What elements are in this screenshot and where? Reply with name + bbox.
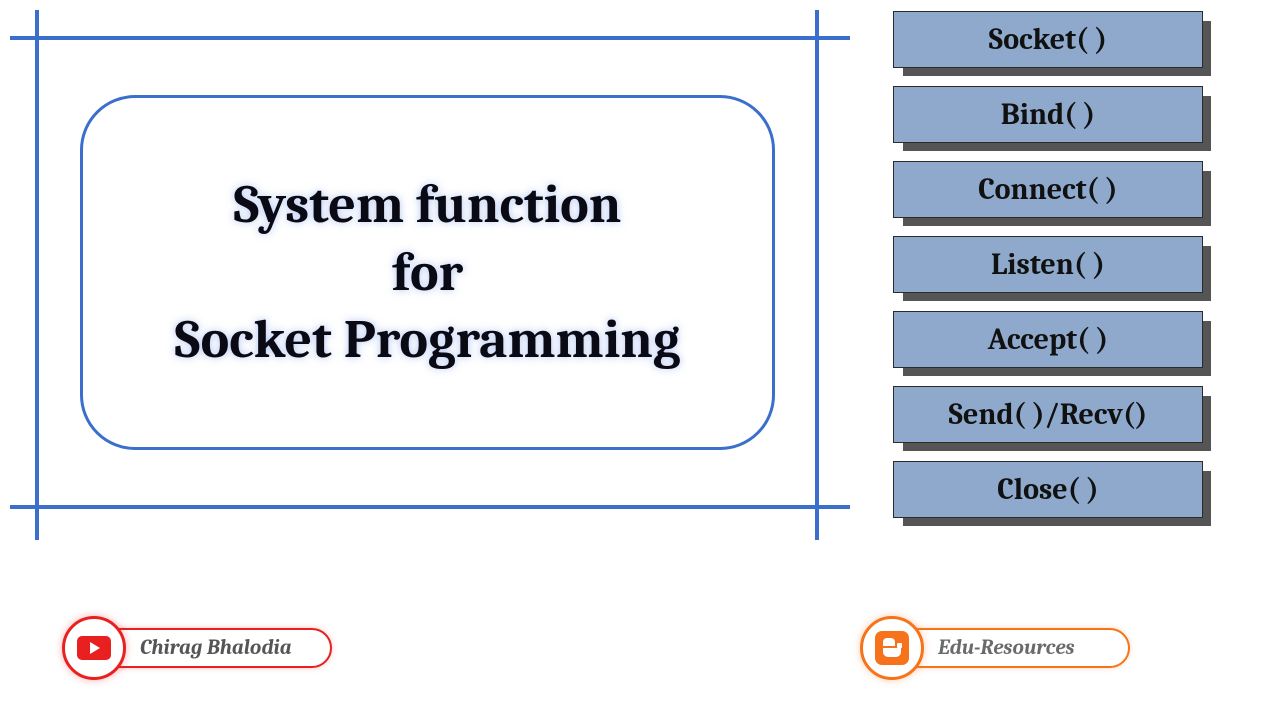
function-box-send-recv: Send( )/Recv() [893,386,1203,443]
function-box-socket: Socket( ) [893,11,1203,68]
blogger-label-pill: Edu-Resources [900,628,1130,668]
youtube-badge[interactable]: Chirag Bhalodia [62,616,332,680]
frame-line-right [815,10,819,540]
title-line-2: for [392,239,463,307]
function-box-close: Close( ) [893,461,1203,518]
function-label: Listen( ) [991,247,1105,282]
blogger-icon [875,631,909,665]
function-label: Accept( ) [988,322,1108,357]
function-label: Bind( ) [1001,97,1096,132]
function-box-connect: Connect( ) [893,161,1203,218]
title-line-3: Socket Programming [175,306,681,374]
frame-line-bottom [10,505,850,509]
blogger-label: Edu-Resources [938,636,1074,660]
function-list: Socket( ) Bind( ) Connect( ) Listen( ) A… [893,11,1203,518]
youtube-icon [77,636,111,660]
title-card: System function for Socket Programming [80,95,775,450]
youtube-label: Chirag Bhalodia [140,636,292,660]
blogger-circle [860,616,924,680]
function-box-accept: Accept( ) [893,311,1203,368]
title-line-1: System function [234,171,622,239]
function-box-bind: Bind( ) [893,86,1203,143]
function-label: Socket( ) [989,22,1107,57]
youtube-circle [62,616,126,680]
function-box-listen: Listen( ) [893,236,1203,293]
frame-line-left [35,10,39,540]
function-label: Connect( ) [978,172,1117,207]
youtube-label-pill: Chirag Bhalodia [102,628,332,668]
function-label: Send( )/Recv() [949,397,1148,432]
blogger-badge[interactable]: Edu-Resources [860,616,1130,680]
frame-line-top [10,36,850,40]
function-label: Close( ) [997,472,1099,507]
